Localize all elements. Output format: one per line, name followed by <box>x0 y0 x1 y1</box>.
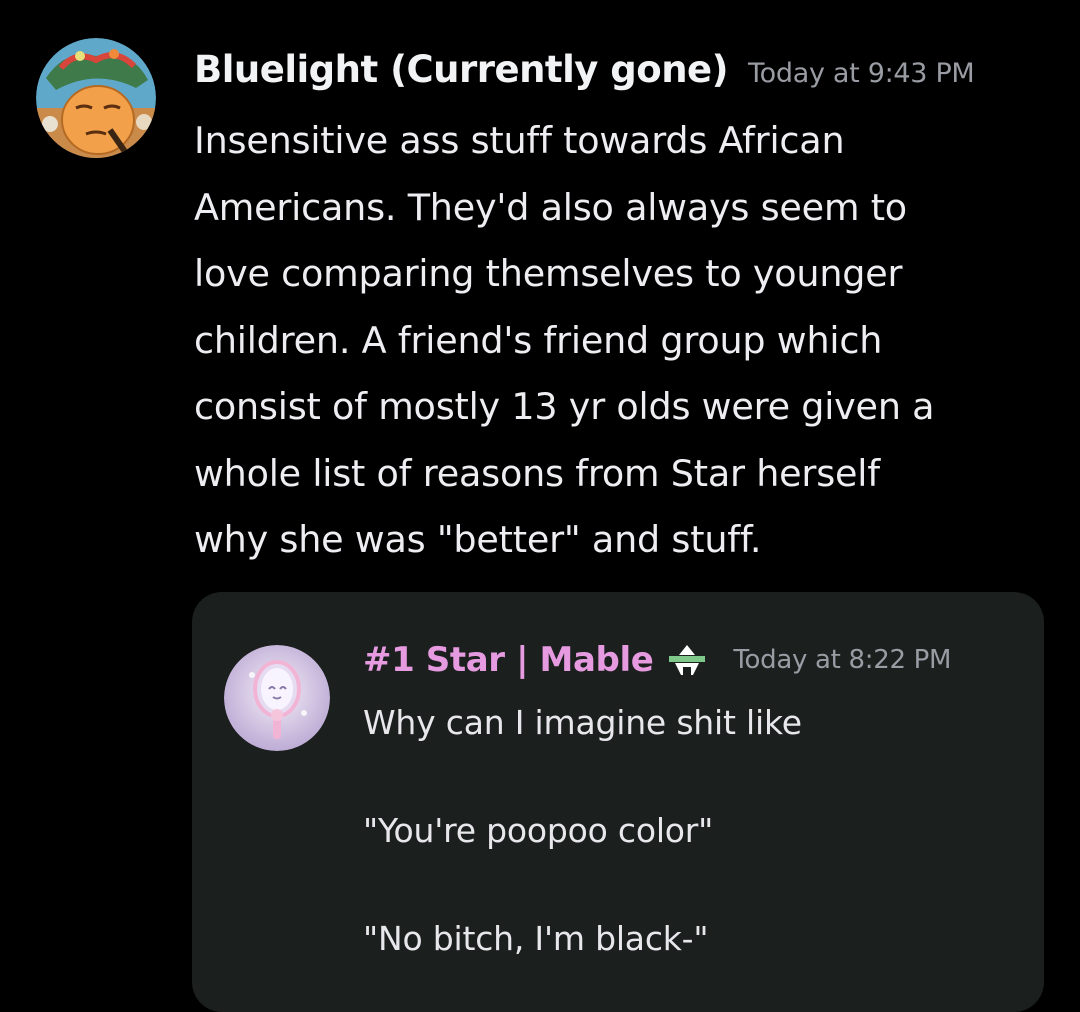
quoted-line: Why can I imagine shit like <box>363 703 802 742</box>
message-content: Insensitive ass stuff towards African Am… <box>194 108 1054 574</box>
hand-mirror-avatar-icon <box>224 645 330 751</box>
quoted-line <box>363 858 1023 912</box>
quoted-message-embed[interactable]: #1 Star | Mable Today at 8:22 PM Why can… <box>192 592 1044 1012</box>
cartoon-character-avatar-icon <box>36 38 156 158</box>
message-line: why she was "better" and stuff. <box>194 518 762 561</box>
role-badge-icon[interactable] <box>667 643 707 677</box>
message-line: Insensitive ass stuff towards African <box>194 119 845 162</box>
quoted-message-timestamp: Today at 8:22 PM <box>733 645 952 675</box>
quoted-author-avatar[interactable] <box>224 645 330 751</box>
quoted-line <box>363 750 1023 804</box>
message-line: whole list of reasons from Star herself <box>194 451 880 495</box>
message-line: Americans. They'd also always seem to <box>194 185 907 229</box>
quoted-line: "No bitch, I'm black-" <box>363 919 709 958</box>
quoted-message-content: Why can I imagine shit like "You're poop… <box>363 696 1023 966</box>
quoted-message-header: #1 Star | Mable Today at 8:22 PM <box>363 640 951 680</box>
message-line: children. A friend's friend group which <box>194 318 883 362</box>
message-line: consist of mostly 13 yr olds were given … <box>194 385 935 428</box>
quoted-line: "You're poopoo color" <box>363 811 714 850</box>
message-header: Bluelight (Currently gone) Today at 9:43 … <box>194 48 975 91</box>
message: Bluelight (Currently gone) Today at 9:43 … <box>0 0 1080 1012</box>
author-avatar[interactable] <box>36 38 156 158</box>
message-timestamp: Today at 9:43 PM <box>748 58 975 89</box>
author-name[interactable]: Bluelight (Currently gone) <box>194 48 729 91</box>
quoted-author-name[interactable]: #1 Star | Mable <box>363 640 654 680</box>
message-line: love comparing themselves to younger <box>194 252 903 295</box>
